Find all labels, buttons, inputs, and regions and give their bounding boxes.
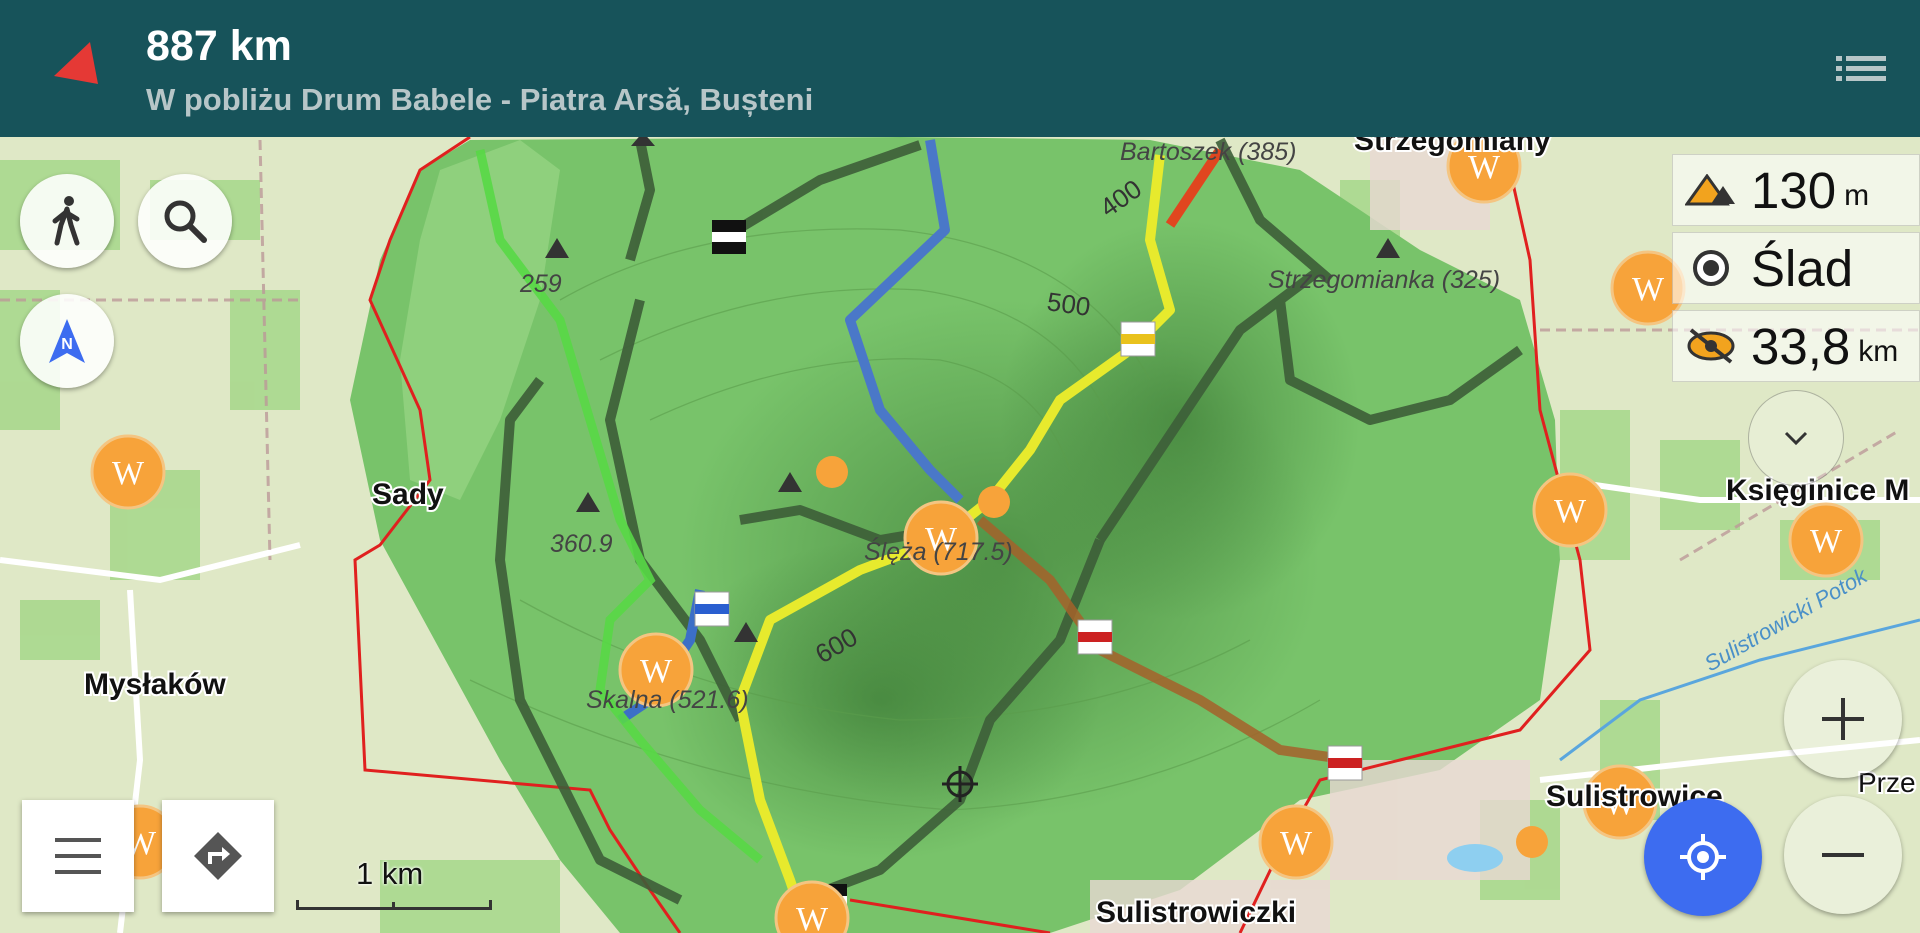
altitude-value: 130	[1751, 161, 1837, 219]
walking-mode-button[interactable]	[20, 174, 114, 268]
direction-arrow-icon	[54, 42, 98, 84]
label-skalna: Skalna (521.6)	[586, 686, 749, 714]
track-label: Ślad	[1751, 239, 1854, 297]
wiki-marker-icon: W	[1258, 804, 1334, 880]
svg-text:W: W	[1280, 825, 1313, 862]
distance-unit: km	[1858, 335, 1899, 368]
directions-button[interactable]	[162, 800, 274, 912]
walking-person-icon	[52, 196, 80, 246]
svg-text:W: W	[796, 901, 829, 933]
svg-text:W: W	[112, 455, 145, 492]
label-strzegomianka: Strzegomianka (325)	[1268, 266, 1500, 294]
record-icon	[1681, 240, 1741, 296]
svg-text:W: W	[1632, 271, 1665, 308]
label-myslakow: Mysłaków	[84, 668, 226, 701]
label-peak-360: 360.9	[550, 530, 613, 558]
scale-label: 1 km	[356, 856, 424, 891]
list-menu-icon[interactable]	[1836, 52, 1886, 86]
collapse-widgets-button[interactable]	[1748, 390, 1844, 486]
nearby-location-text: W pobliżu Drum Babele - Piatra Arsă, Buș…	[146, 82, 814, 117]
eye-off-icon	[1681, 318, 1741, 374]
contour-500: 500	[1045, 286, 1092, 322]
svg-text:W: W	[1810, 523, 1843, 560]
zoom-in-button[interactable]	[1784, 660, 1902, 778]
svg-text:W: W	[640, 653, 673, 690]
map-scale: 1 km	[296, 856, 496, 916]
zoom-out-button[interactable]	[1784, 796, 1902, 914]
distance-to-target: 887 km	[146, 22, 292, 70]
compass-north-icon: N	[49, 319, 85, 363]
directions-icon	[194, 832, 242, 880]
wiki-marker-icon: W	[90, 434, 166, 510]
my-location-button[interactable]	[1644, 798, 1762, 916]
altitude-widget[interactable]: 130 m	[1672, 154, 1920, 226]
track-widget[interactable]: Ślad	[1672, 232, 1920, 304]
search-icon	[164, 200, 207, 243]
navigation-header: 887 km W pobliżu Drum Babele - Piatra Ar…	[0, 0, 1920, 137]
label-sady: Sady	[372, 478, 444, 511]
label-sulistrowiczki: Sulistrowiczki	[1096, 896, 1296, 929]
label-bartoszek: Bartoszek (385)	[1120, 138, 1296, 166]
scale-mid-tick	[392, 902, 395, 910]
label-sleza: Ślęża (717.5)	[864, 536, 1013, 566]
wiki-marker-icon: W	[1788, 502, 1864, 578]
hamburger-menu-icon	[55, 838, 101, 874]
plus-icon	[1822, 698, 1864, 740]
label-peak-259: 259	[519, 270, 562, 298]
search-button[interactable]	[138, 174, 232, 268]
main-menu-button[interactable]	[22, 800, 134, 912]
wiki-marker-icon: W	[1532, 472, 1608, 548]
svg-text:W: W	[1554, 493, 1587, 530]
chevron-down-icon	[1784, 431, 1808, 446]
distance-widget[interactable]: 33,8 km	[1672, 310, 1920, 382]
altitude-unit: m	[1844, 179, 1870, 212]
compass-button[interactable]: N	[20, 294, 114, 388]
elevation-icon	[1681, 162, 1741, 218]
map-canvas[interactable]: W W W W W W W W W W W Sady Mysłaków Suli…	[0, 0, 1920, 933]
minus-icon	[1822, 853, 1864, 857]
svg-text:N: N	[61, 336, 73, 353]
distance-value: 33,8	[1751, 317, 1851, 375]
crosshair-location-icon	[1680, 834, 1726, 880]
